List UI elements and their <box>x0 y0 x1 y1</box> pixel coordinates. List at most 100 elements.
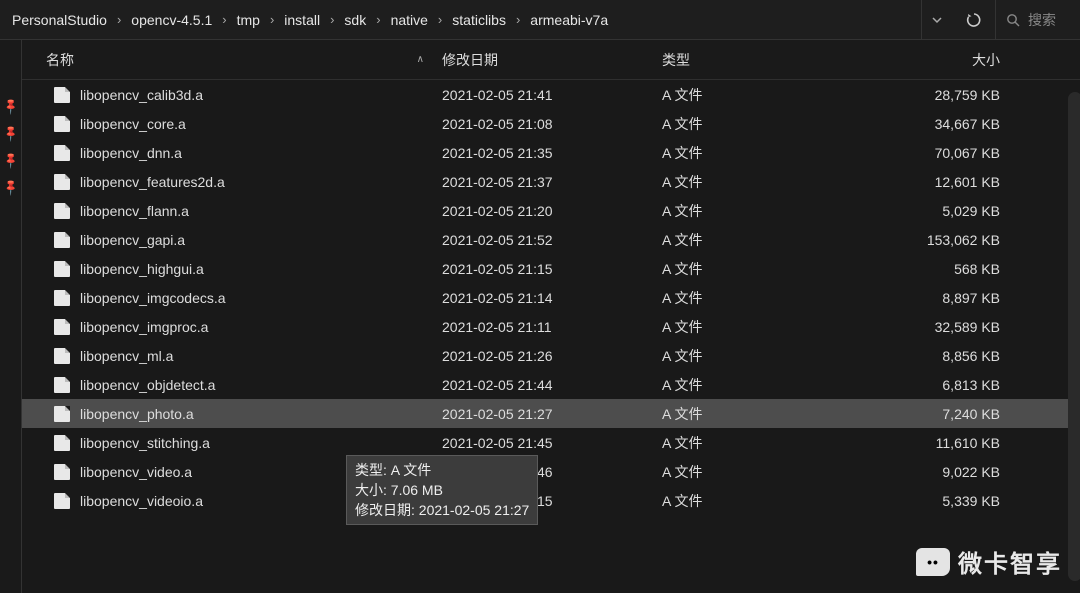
file-row[interactable]: libopencv_ml.a2021-02-05 21:26A 文件8,856 … <box>22 341 1080 370</box>
pin-icon[interactable]: 📌 <box>1 151 20 170</box>
file-row[interactable]: libopencv_flann.a2021-02-05 21:20A 文件5,0… <box>22 196 1080 225</box>
pin-icon[interactable]: 📌 <box>1 124 20 143</box>
chevron-right-icon: › <box>514 12 522 27</box>
breadcrumb-item[interactable]: native <box>383 0 436 39</box>
file-name: libopencv_flann.a <box>80 203 442 219</box>
chevron-right-icon: › <box>328 12 336 27</box>
file-rows: libopencv_calib3d.a2021-02-05 21:41A 文件2… <box>22 80 1080 593</box>
sort-indicator-icon: ∧ <box>417 54 424 65</box>
breadcrumb-dropdown[interactable] <box>922 0 952 39</box>
file-row[interactable]: libopencv_gapi.a2021-02-05 21:52A 文件153,… <box>22 225 1080 254</box>
chevron-right-icon: › <box>374 12 382 27</box>
file-name: libopencv_imgproc.a <box>80 319 442 335</box>
file-row[interactable]: libopencv_highgui.a2021-02-05 21:15A 文件5… <box>22 254 1080 283</box>
file-icon <box>54 377 70 393</box>
file-row[interactable]: libopencv_objdetect.a2021-02-05 21:44A 文… <box>22 370 1080 399</box>
file-row[interactable]: libopencv_photo.a2021-02-05 21:27A 文件7,2… <box>22 399 1080 428</box>
file-name: libopencv_ml.a <box>80 348 442 364</box>
chevron-down-icon <box>932 15 942 25</box>
search-input[interactable]: 搜索 <box>996 0 1080 39</box>
file-type: A 文件 <box>662 346 862 366</box>
watermark: •• 微卡智享 <box>916 544 1062 579</box>
file-size: 7,240 KB <box>862 406 1080 422</box>
tooltip-date: 修改日期: 2021-02-05 21:27 <box>355 500 529 520</box>
quick-access-pinbar: 📌 📌 📌 📌 <box>0 40 22 593</box>
breadcrumb-item[interactable]: opencv-4.5.1 <box>123 0 220 39</box>
column-header-type[interactable]: 类型 <box>662 50 862 70</box>
chevron-right-icon: › <box>436 12 444 27</box>
file-icon <box>54 87 70 103</box>
file-row[interactable]: libopencv_dnn.a2021-02-05 21:35A 文件70,06… <box>22 138 1080 167</box>
file-row[interactable]: libopencv_features2d.a2021-02-05 21:37A … <box>22 167 1080 196</box>
file-date: 2021-02-05 21:52 <box>442 232 662 248</box>
breadcrumb-item[interactable]: install <box>276 0 328 39</box>
chevron-right-icon: › <box>220 12 228 27</box>
file-size: 32,589 KB <box>862 319 1080 335</box>
file-date: 2021-02-05 21:41 <box>442 87 662 103</box>
file-row[interactable]: libopencv_video.a2021-02-05 21:46A 文件9,0… <box>22 457 1080 486</box>
file-date: 2021-02-05 21:37 <box>442 174 662 190</box>
file-row[interactable]: libopencv_stitching.a2021-02-05 21:45A 文… <box>22 428 1080 457</box>
breadcrumb-item[interactable]: tmp <box>229 0 268 39</box>
chevron-right-icon: › <box>268 12 276 27</box>
file-type: A 文件 <box>662 317 862 337</box>
file-date: 2021-02-05 21:11 <box>442 319 662 335</box>
file-size: 153,062 KB <box>862 232 1080 248</box>
file-type: A 文件 <box>662 404 862 424</box>
pin-icon[interactable]: 📌 <box>1 178 20 197</box>
file-name: libopencv_photo.a <box>80 406 442 422</box>
file-type: A 文件 <box>662 491 862 511</box>
file-row[interactable]: libopencv_calib3d.a2021-02-05 21:41A 文件2… <box>22 80 1080 109</box>
file-type: A 文件 <box>662 85 862 105</box>
breadcrumb-item[interactable]: staticlibs <box>444 0 514 39</box>
breadcrumb: PersonalStudio›opencv-4.5.1›tmp›install›… <box>0 0 922 39</box>
chevron-right-icon: › <box>115 12 123 27</box>
file-type: A 文件 <box>662 433 862 453</box>
file-icon <box>54 232 70 248</box>
file-name: libopencv_core.a <box>80 116 442 132</box>
file-date: 2021-02-05 21:26 <box>442 348 662 364</box>
file-list-area: 名称 ∧ 修改日期 类型 大小 libopencv_calib3d.a2021-… <box>22 40 1080 593</box>
file-date: 2021-02-05 21:15 <box>442 261 662 277</box>
breadcrumb-item[interactable]: PersonalStudio <box>4 0 115 39</box>
column-header-name[interactable]: 名称 ∧ <box>22 50 442 70</box>
file-size: 11,610 KB <box>862 435 1080 451</box>
file-date: 2021-02-05 21:20 <box>442 203 662 219</box>
file-icon <box>54 261 70 277</box>
file-size: 5,029 KB <box>862 203 1080 219</box>
refresh-icon <box>966 12 982 28</box>
address-toolbar: PersonalStudio›opencv-4.5.1›tmp›install›… <box>0 0 1080 40</box>
pin-icon[interactable]: 📌 <box>1 97 20 116</box>
tooltip-type: 类型: A 文件 <box>355 460 529 480</box>
file-date: 2021-02-05 21:08 <box>442 116 662 132</box>
file-name: libopencv_gapi.a <box>80 232 442 248</box>
file-date: 2021-02-05 21:35 <box>442 145 662 161</box>
file-name: libopencv_imgcodecs.a <box>80 290 442 306</box>
file-icon <box>54 406 70 422</box>
search-icon <box>1006 13 1020 27</box>
tooltip-size: 大小: 7.06 MB <box>355 480 529 500</box>
column-header-size[interactable]: 大小 <box>862 50 1080 70</box>
file-type: A 文件 <box>662 259 862 279</box>
file-type: A 文件 <box>662 201 862 221</box>
file-row[interactable]: libopencv_videoio.a2021-02-05 21:15A 文件5… <box>22 486 1080 515</box>
file-type: A 文件 <box>662 230 862 250</box>
file-row[interactable]: libopencv_core.a2021-02-05 21:08A 文件34,6… <box>22 109 1080 138</box>
file-date: 2021-02-05 21:14 <box>442 290 662 306</box>
breadcrumb-item[interactable]: armeabi-v7a <box>522 0 616 39</box>
file-type: A 文件 <box>662 114 862 134</box>
file-name: libopencv_dnn.a <box>80 145 442 161</box>
refresh-button[interactable] <box>952 0 996 39</box>
scrollbar[interactable] <box>1068 92 1080 581</box>
breadcrumb-item[interactable]: sdk <box>336 0 374 39</box>
file-size: 8,856 KB <box>862 348 1080 364</box>
column-header-date[interactable]: 修改日期 <box>442 50 662 70</box>
file-name: libopencv_objdetect.a <box>80 377 442 393</box>
file-icon <box>54 464 70 480</box>
file-name: libopencv_calib3d.a <box>80 87 442 103</box>
column-headers: 名称 ∧ 修改日期 类型 大小 <box>22 40 1080 80</box>
file-type: A 文件 <box>662 288 862 308</box>
file-row[interactable]: libopencv_imgproc.a2021-02-05 21:11A 文件3… <box>22 312 1080 341</box>
file-icon <box>54 116 70 132</box>
file-row[interactable]: libopencv_imgcodecs.a2021-02-05 21:14A 文… <box>22 283 1080 312</box>
